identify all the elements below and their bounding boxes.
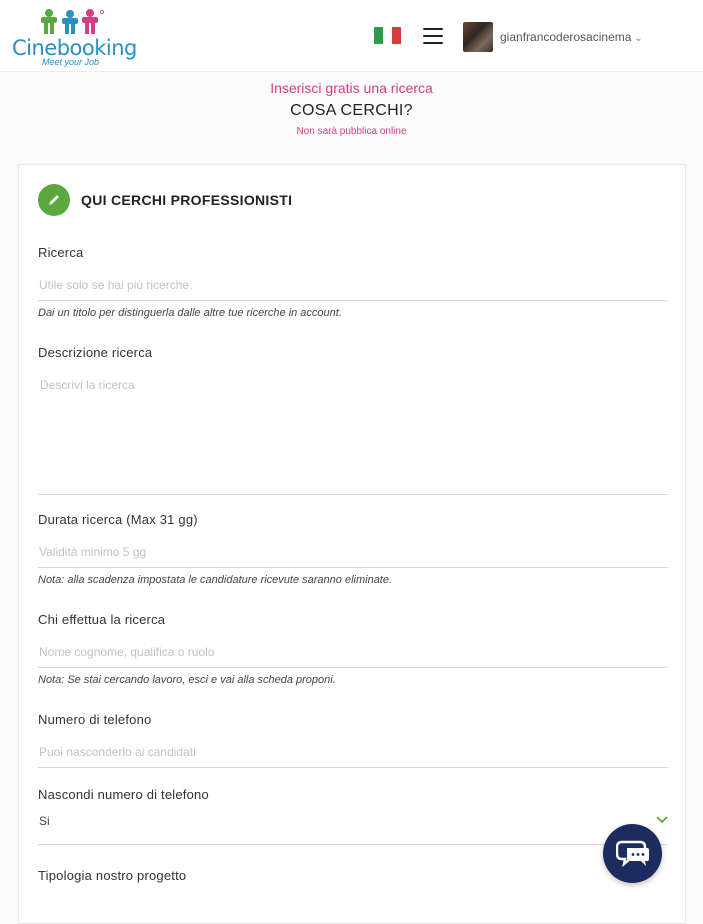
nascondi-field: Nascondi numero di telefono Si [38,787,668,845]
search-form-card: QUI CERCHI PROFESSIONISTI Ricerca Dai un… [18,164,686,924]
chat-bubble-icon [615,840,649,867]
telefono-field: Numero di telefono [38,712,668,768]
tipologia-label: Tipologia nostro progetto [38,868,187,883]
chevron-down-icon: ⌄ [634,33,643,44]
chi-hint: Nota: Se stai cercando lavoro, esci e va… [38,674,336,686]
durata-input[interactable] [38,545,668,568]
descrizione-textarea[interactable] [38,374,668,495]
descrizione-field: Descrizione ricerca [38,345,668,495]
ricerca-field: Ricerca Dai un titolo per distinguerla d… [38,245,668,319]
page-title: COSA CERCHI? [290,102,413,119]
ricerca-input[interactable] [38,278,668,301]
italy-flag-icon[interactable] [374,27,401,44]
intro-note: Non sarà pubblica online [296,126,407,137]
ricerca-hint: Dai un titolo per distinguerla dalle alt… [38,307,342,319]
descrizione-label: Descrizione ricerca [38,345,153,360]
nascondi-label: Nascondi numero di telefono [38,787,209,802]
durata-label: Durata ricerca (Max 31 gg) [38,512,198,527]
card-title: QUI CERCHI PROFESSIONISTI [81,192,293,208]
user-menu[interactable]: gianfrancoderosacinema ⌄ [500,30,643,44]
logo-figures-icon [41,9,105,34]
tipologia-field: Tipologia nostro progetto [38,868,668,883]
chi-label: Chi effettua la ricerca [38,612,166,627]
user-avatar[interactable] [463,22,493,52]
nascondi-select[interactable]: Si [38,814,668,845]
intro-section: Inserisci gratis una ricerca COSA CERCHI… [0,80,703,137]
chat-button[interactable] [603,824,662,883]
top-header: Cinebooking Meet your Job gianfrancodero… [0,0,703,72]
chi-input[interactable] [38,645,668,668]
telefono-label: Numero di telefono [38,712,152,727]
card-header: QUI CERCHI PROFESSIONISTI [38,184,292,216]
nascondi-select-value: Si [39,814,50,828]
chi-field: Chi effettua la ricerca Nota: Se stai ce… [38,612,668,686]
hamburger-menu-icon[interactable] [423,28,443,44]
ricerca-label: Ricerca [38,245,84,260]
chevron-down-icon [656,816,668,824]
durata-hint: Nota: alla scadenza impostata le candida… [38,574,393,586]
cinebooking-logo[interactable]: Cinebooking Meet your Job [12,8,137,67]
logo-tagline: Meet your Job [42,57,100,67]
durata-field: Durata ricerca (Max 31 gg) Nota: alla sc… [38,512,668,586]
pencil-icon [38,184,70,216]
intro-subtitle: Inserisci gratis una ricerca [270,80,433,96]
telefono-input[interactable] [38,745,668,768]
username-label: gianfrancoderosacinema [500,30,632,44]
